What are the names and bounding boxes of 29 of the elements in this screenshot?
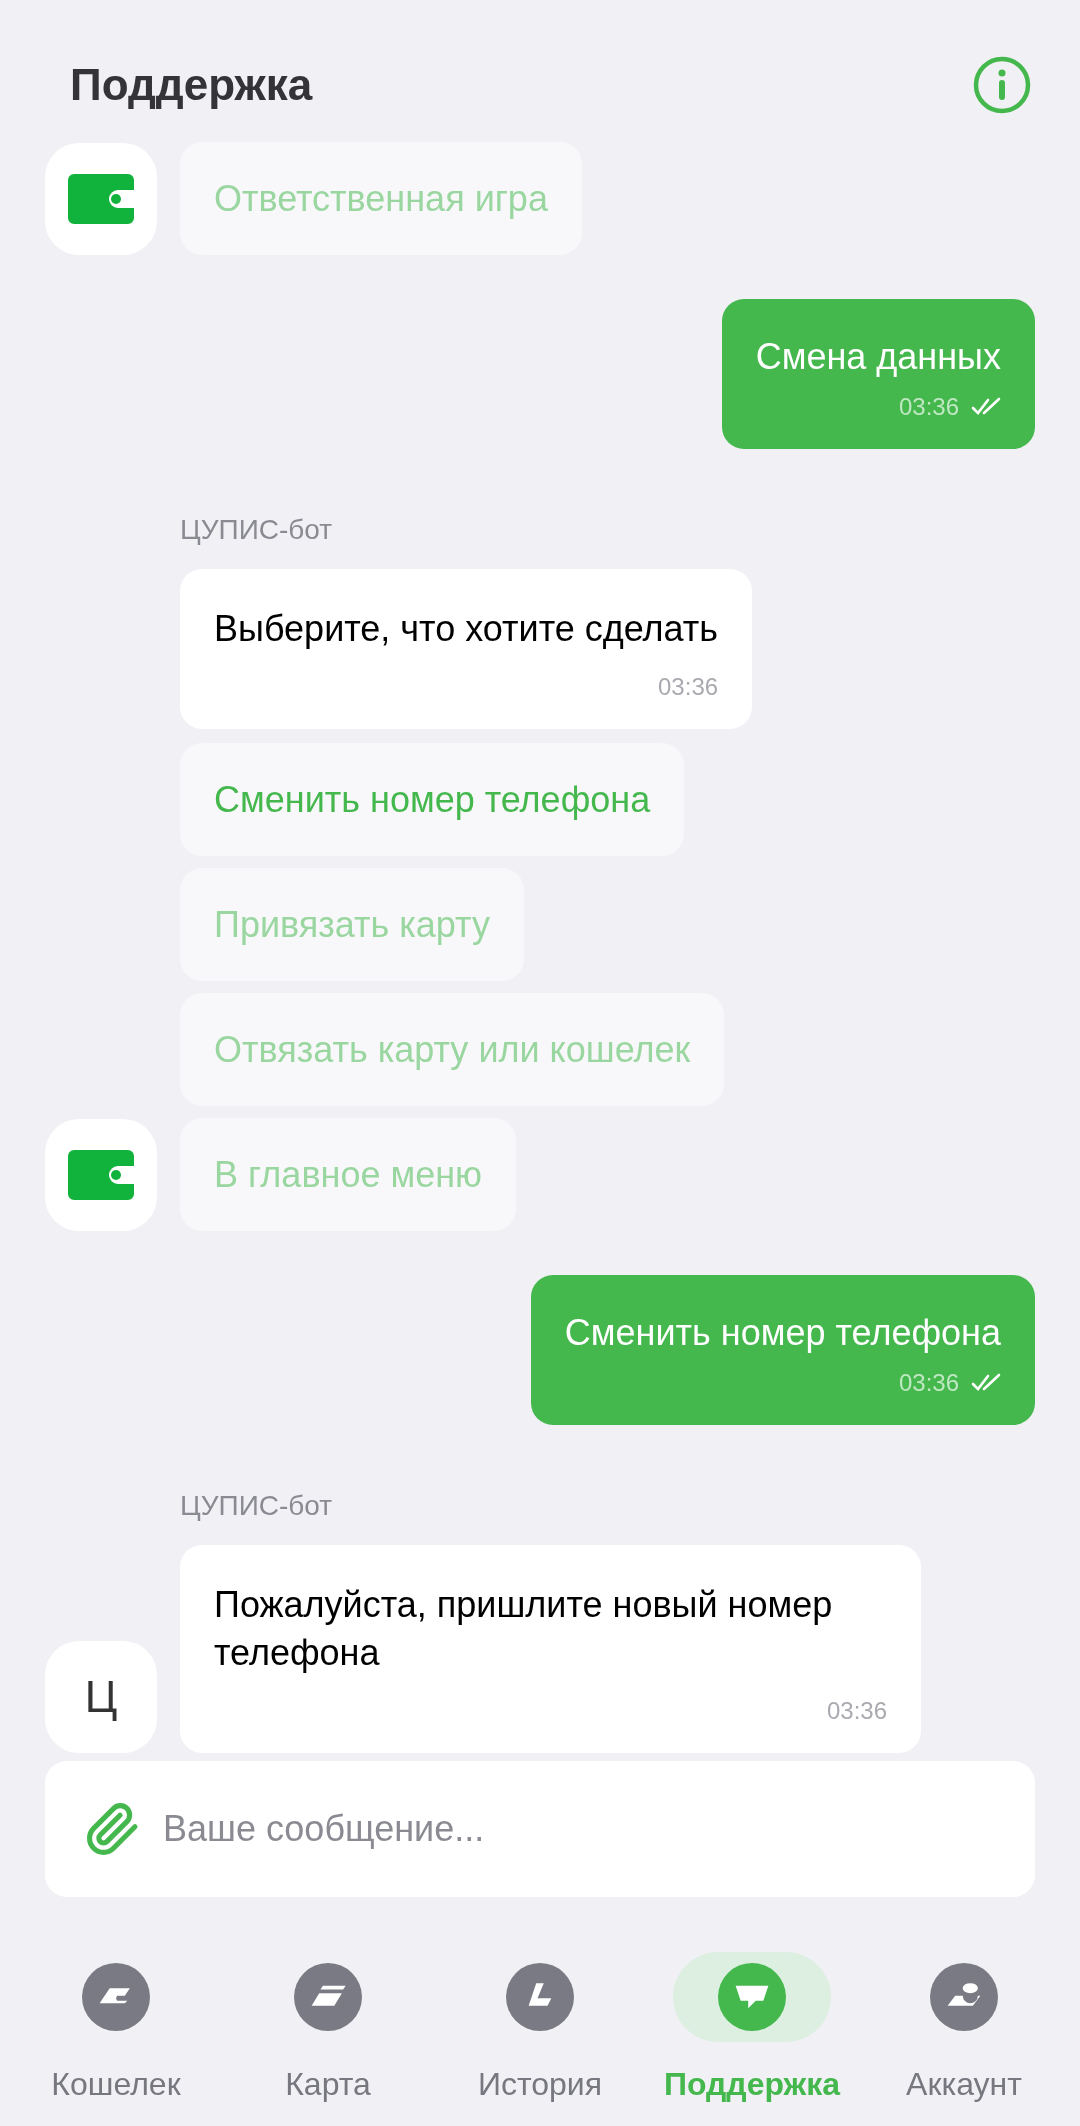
- bot-avatar: Ц: [45, 1641, 157, 1753]
- account-icon: [930, 1963, 998, 2031]
- message-time: 03:36: [658, 672, 719, 702]
- message-text: Пожалуйста, пришлите новый номер телефона: [214, 1583, 834, 1675]
- sender-name: ЦУПИС-бот: [180, 1489, 334, 1523]
- nav-tab[interactable]: Поддержка: [646, 1952, 858, 2108]
- message-input[interactable]: Ваше сообщение...: [163, 1802, 995, 1856]
- quick-reply-button[interactable]: Сменить номер телефона: [180, 743, 685, 856]
- history-icon: [506, 1963, 574, 2031]
- info-icon[interactable]: [972, 55, 1032, 115]
- message-text: Выберите, что хотите сделать: [214, 607, 719, 651]
- nav-tab[interactable]: Карта: [222, 1952, 434, 2108]
- message-time: 03:36: [826, 1696, 887, 1726]
- sender-name: ЦУПИС-бот: [180, 513, 334, 547]
- wallet-icon: [82, 1963, 150, 2031]
- message-field[interactable]: Ваше сообщение...: [45, 1761, 1035, 1897]
- message-time: 03:36: [898, 392, 959, 422]
- chat-icon: [718, 1963, 786, 2031]
- message-time: 03:36: [898, 1368, 959, 1398]
- wallet-icon: [68, 1150, 134, 1200]
- message-text: Сменить номер телефона: [564, 1311, 1001, 1355]
- paperclip-icon[interactable]: [85, 1801, 141, 1857]
- card-icon: [294, 1963, 362, 2031]
- message-text: Смена данных: [755, 335, 1001, 379]
- nav-tab[interactable]: История: [434, 1952, 646, 2108]
- nav-tab[interactable]: Аккаунт: [858, 1952, 1070, 2108]
- wallet-icon: [68, 174, 134, 224]
- nav-tab[interactable]: Кошелек: [10, 1952, 222, 2108]
- page-title: Поддержка: [70, 59, 313, 111]
